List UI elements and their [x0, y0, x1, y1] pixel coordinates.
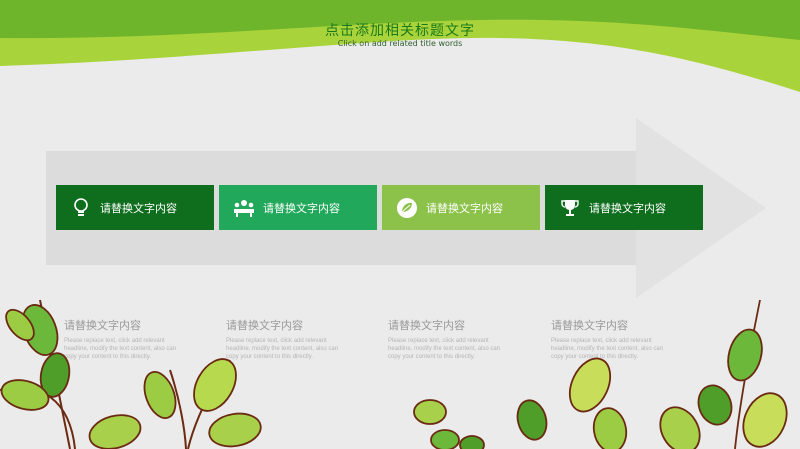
- step-box-3[interactable]: 请替换文字内容: [382, 185, 540, 230]
- description-body-3: Please replace text, click add relevant …: [388, 338, 501, 360]
- leaf-badge-icon: [396, 197, 418, 219]
- step-label-2: 请替换文字内容: [263, 201, 340, 215]
- description-block-1: 请替换文字内容 Please replace text, click add r…: [64, 317, 184, 361]
- description-heading-2: 请替换文字内容: [226, 319, 303, 332]
- description-block-3: 请替换文字内容 Please replace text, click add r…: [388, 317, 508, 361]
- step-box-1[interactable]: 请替换文字内容: [56, 185, 214, 230]
- meeting-icon: [233, 197, 255, 219]
- description-body-1: Please replace text, click add relevant …: [64, 338, 177, 360]
- description-block-4: 请替换文字内容 Please replace text, click add r…: [551, 317, 671, 361]
- lightbulb-icon: [70, 197, 92, 219]
- step-label-3: 请替换文字内容: [426, 201, 503, 215]
- step-box-2[interactable]: 请替换文字内容: [219, 185, 377, 230]
- step-box-4[interactable]: 请替换文字内容: [545, 185, 703, 230]
- trophy-icon: [559, 197, 581, 219]
- step-label-1: 请替换文字内容: [100, 201, 177, 215]
- description-heading-4: 请替换文字内容: [551, 319, 628, 332]
- description-block-2: 请替换文字内容 Please replace text, click add r…: [226, 317, 346, 361]
- step-label-4: 请替换文字内容: [589, 201, 666, 215]
- description-body-2: Please replace text, click add relevant …: [226, 338, 339, 360]
- description-body-4: Please replace text, click add relevant …: [551, 338, 664, 360]
- description-heading-1: 请替换文字内容: [64, 319, 141, 332]
- page-title: 点击添加相关标题文字: [325, 23, 475, 39]
- page-subtitle: Click on add related title words: [337, 39, 463, 48]
- description-heading-3: 请替换文字内容: [388, 319, 465, 332]
